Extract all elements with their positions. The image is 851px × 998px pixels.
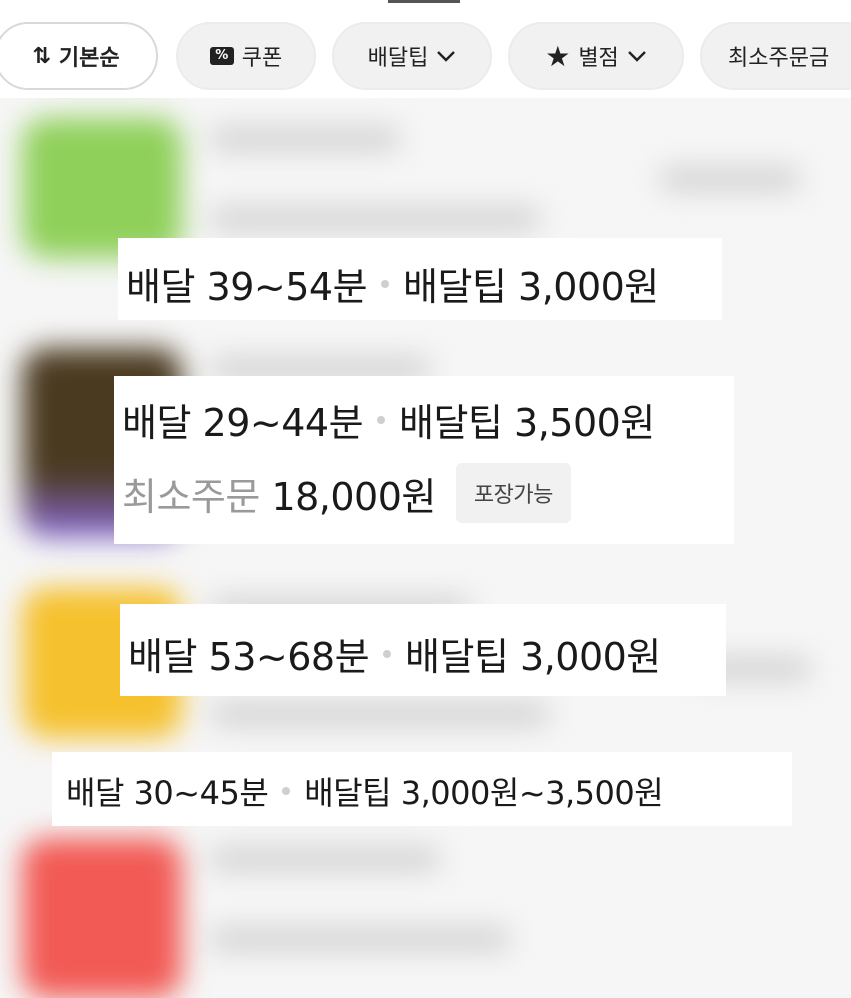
min-order-amount: 18,000원	[271, 474, 436, 519]
coupon-icon: %	[209, 47, 234, 65]
sort-arrows-icon: ⇅	[32, 43, 51, 69]
delivery-tip-filter-button[interactable]: 배달팁	[332, 22, 492, 90]
delivery-tip-label: 배달팁	[304, 774, 392, 812]
delivery-tip-label: 배달팁	[367, 46, 429, 71]
store-info-card[interactable]: 배달 53~68분 배달팁 3,000원	[120, 604, 726, 696]
separator-dot	[381, 279, 390, 288]
sort-button[interactable]: ⇅ 기본순	[0, 22, 158, 90]
delivery-label: 배달	[128, 635, 197, 679]
delivery-tip-amount: 3,000원	[520, 635, 661, 679]
delivery-time: 29~44분	[202, 401, 364, 445]
chevron-down-icon	[436, 50, 456, 62]
delivery-tip-amount: 3,000원~3,500원	[400, 774, 664, 812]
coupon-filter-button[interactable]: % 쿠폰	[176, 22, 316, 90]
star-icon: ★	[545, 39, 571, 73]
store-thumbnail	[22, 838, 182, 998]
delivery-label: 배달	[126, 265, 195, 309]
rating-filter-button[interactable]: ★ 별점	[508, 22, 684, 90]
delivery-tip-label: 배달팁	[405, 635, 509, 679]
delivery-tip-label: 배달팁	[403, 265, 507, 309]
separator-dot	[383, 649, 392, 658]
rating-label: 별점	[578, 46, 619, 71]
chevron-down-icon	[627, 50, 647, 62]
store-info-card[interactable]: 배달 29~44분 배달팁 3,500원 최소주문 18,000원 포장가능	[114, 376, 734, 544]
delivery-label: 배달	[66, 774, 124, 812]
delivery-time: 39~54분	[206, 265, 368, 309]
min-order-filter-button[interactable]: 최소주문금	[700, 22, 851, 90]
delivery-tip-label: 배달팁	[399, 401, 503, 445]
takeout-badge: 포장가능	[455, 463, 571, 523]
filter-bar: ⇅ 기본순 % 쿠폰 배달팁 ★ 별점 최소주문금	[0, 0, 851, 98]
store-thumbnail	[22, 118, 182, 258]
tab-indicator	[388, 0, 460, 3]
delivery-tip-amount: 3,500원	[514, 401, 655, 445]
delivery-time: 53~68분	[208, 635, 370, 679]
separator-dot	[377, 415, 386, 424]
coupon-label: 쿠폰	[241, 46, 283, 71]
store-info-card[interactable]: 배달 30~45분 배달팁 3,000원~3,500원	[52, 752, 792, 826]
min-order-label: 최소주문금	[728, 46, 830, 71]
delivery-time: 30~45분	[133, 774, 269, 812]
store-info-card[interactable]: 배달 39~54분 배달팁 3,000원	[118, 238, 722, 320]
sort-label: 기본순	[58, 46, 120, 71]
delivery-tip-amount: 3,000원	[518, 265, 659, 309]
min-order-label: 최소주문	[122, 474, 260, 519]
separator-dot	[282, 787, 291, 795]
delivery-label: 배달	[122, 401, 191, 445]
